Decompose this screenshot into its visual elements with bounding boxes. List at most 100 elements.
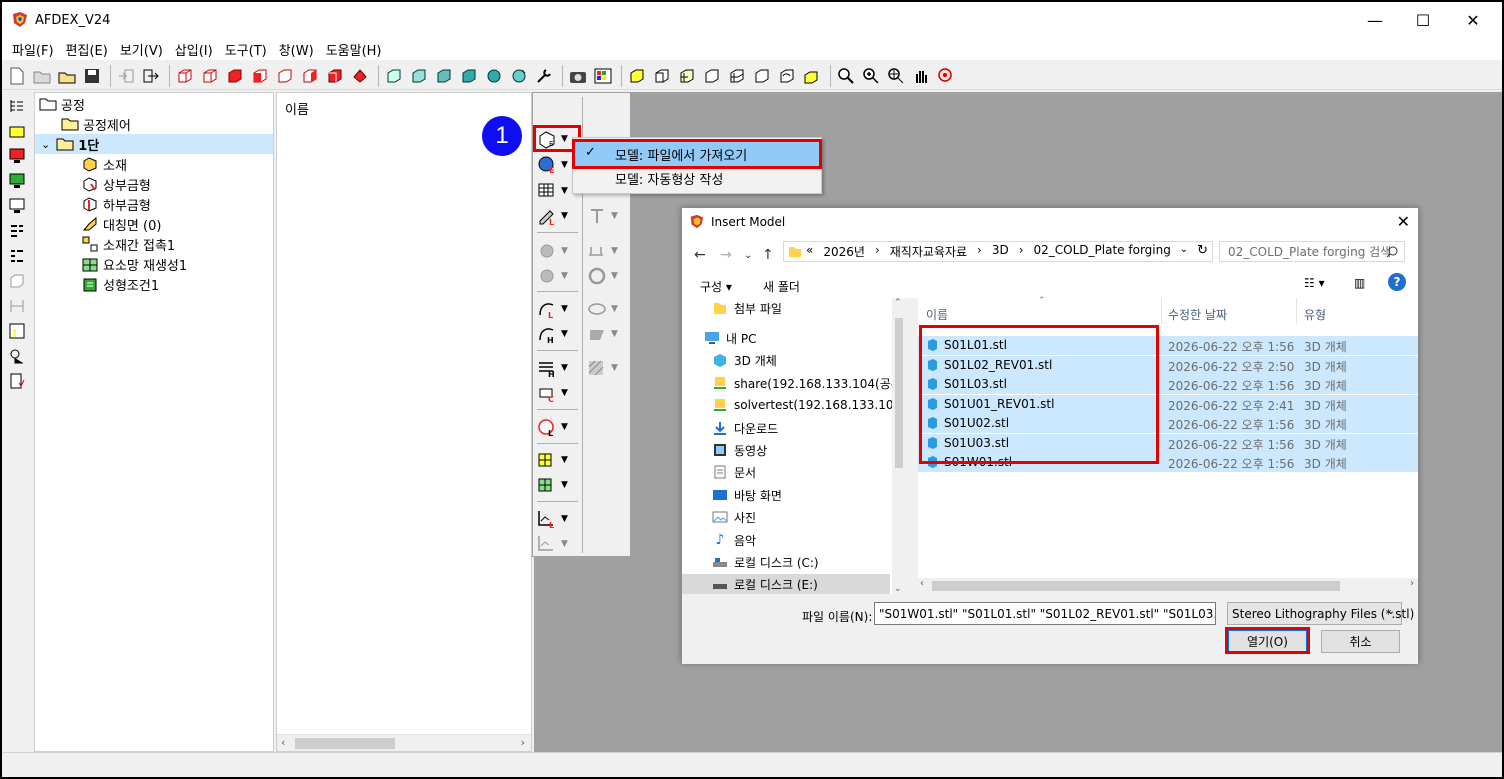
graph-tool-2-button[interactable]: ▼ bbox=[537, 533, 583, 555]
up-arrow-icon[interactable]: ↑ bbox=[762, 247, 774, 263]
new-file-icon[interactable] bbox=[6, 65, 28, 87]
cube-view-6-icon[interactable] bbox=[299, 65, 321, 87]
dropdown-arrow-icon[interactable]: ▼ bbox=[611, 246, 618, 256]
forward-arrow-icon[interactable]: → bbox=[720, 247, 732, 263]
file-hscrollbar[interactable]: ‹ › bbox=[918, 578, 1418, 594]
dropdown-arrow-icon[interactable]: ▼ bbox=[561, 329, 568, 339]
hatch-tool-button[interactable]: ▼ bbox=[587, 357, 633, 379]
wrench-icon[interactable] bbox=[533, 65, 555, 87]
eye-tool-button[interactable]: ▼ bbox=[587, 298, 633, 320]
menu-item-import-from-file[interactable]: ✓ 모델: 파일에서 가져오기 bbox=[572, 139, 822, 169]
cube-view-8-icon[interactable] bbox=[349, 65, 371, 87]
tree-item-forming-condition[interactable]: 성형조건1 bbox=[81, 274, 159, 294]
minimize-button[interactable]: — bbox=[1352, 2, 1398, 38]
nav-item-drive-c[interactable]: 로컬 디스크 (C:) bbox=[712, 552, 819, 572]
menu-file[interactable]: 파일(F) bbox=[6, 40, 60, 59]
dropdown-arrow-icon[interactable]: ▼ bbox=[611, 304, 618, 314]
refresh-icon[interactable]: ↻ bbox=[1197, 243, 1208, 258]
color-palette-icon[interactable] bbox=[592, 65, 614, 87]
nav-item-documents[interactable]: 문서 bbox=[712, 462, 756, 482]
dialog-close-icon[interactable]: ✕ bbox=[1397, 212, 1410, 231]
preview-pane-icon[interactable]: ▥ bbox=[1354, 276, 1365, 290]
nav-item-pictures[interactable]: 사진 bbox=[712, 507, 756, 527]
graph-tool-1-button[interactable]: L ▼ bbox=[537, 508, 583, 530]
screen-icon[interactable] bbox=[6, 195, 28, 217]
scroll-thumb[interactable] bbox=[295, 738, 395, 749]
wire-box-icon[interactable] bbox=[6, 270, 28, 292]
dropdown-arrow-icon[interactable]: ▼ bbox=[561, 186, 568, 196]
cube-view-4-icon[interactable] bbox=[249, 65, 271, 87]
organize-button[interactable]: 구성 ▾ bbox=[700, 278, 732, 295]
ring-tool-button[interactable]: ▼ bbox=[587, 265, 633, 287]
dropdown-arrow-icon[interactable]: ▼ bbox=[561, 271, 568, 281]
press-tool-button[interactable]: C ▼ bbox=[537, 382, 583, 404]
chevron-down-icon[interactable]: ⌄ bbox=[41, 138, 50, 151]
display-icon[interactable] bbox=[6, 170, 28, 192]
curve-tool-1-button[interactable]: L ▼ bbox=[537, 298, 583, 320]
nav-item-solvertest[interactable]: solvertest(192.168.133.104 bbox=[712, 395, 901, 415]
gear-tool-2-button[interactable]: ▼ bbox=[537, 265, 583, 287]
cube-view-1-icon[interactable] bbox=[174, 65, 196, 87]
cube-view-5-icon[interactable] bbox=[274, 65, 296, 87]
dim-tool-button[interactable]: ▼ bbox=[587, 240, 633, 262]
save-icon[interactable] bbox=[81, 65, 103, 87]
rotate-view-icon[interactable] bbox=[483, 65, 505, 87]
menu-window[interactable]: 창(W) bbox=[273, 40, 320, 59]
dropdown-arrow-icon[interactable]: ▼ bbox=[611, 211, 618, 221]
menu-help[interactable]: 도움말(H) bbox=[320, 40, 388, 59]
tree-item-upper-die[interactable]: 상부금형 bbox=[81, 174, 151, 194]
column-type[interactable]: 유형 bbox=[1304, 306, 1326, 323]
pin-tool-button[interactable]: ▼ bbox=[587, 205, 633, 227]
camera-icon[interactable] bbox=[567, 65, 589, 87]
gear-tool-1-button[interactable]: ▼ bbox=[537, 240, 583, 262]
tree-root[interactable]: 공정 bbox=[39, 94, 85, 114]
nav-scrollbar[interactable]: ⌃ ⌄ bbox=[892, 298, 906, 594]
zoom-reset-icon[interactable] bbox=[935, 65, 957, 87]
display-mode-1-icon[interactable] bbox=[383, 65, 405, 87]
dropdown-arrow-icon[interactable]: ▼ bbox=[561, 388, 568, 398]
dropdown-arrow-icon[interactable]: ▼ bbox=[561, 211, 568, 221]
filename-input[interactable]: "S01W01.stl" "S01L01.stl" "S01L02_REV01.… bbox=[874, 602, 1216, 625]
stack-tool-1-button[interactable]: ▼ bbox=[537, 449, 583, 471]
checklist-icon[interactable] bbox=[6, 370, 28, 392]
back-arrow-icon[interactable]: ← bbox=[694, 247, 706, 263]
yellow-cube-3-icon[interactable] bbox=[676, 65, 698, 87]
wire-cube-2-icon[interactable] bbox=[726, 65, 748, 87]
list-tool-1-icon[interactable] bbox=[6, 220, 28, 242]
display-mode-2-icon[interactable] bbox=[408, 65, 430, 87]
open-folder-icon[interactable] bbox=[56, 65, 78, 87]
dropdown-arrow-icon[interactable]: ▼ bbox=[561, 422, 568, 432]
zoom-out-icon[interactable] bbox=[835, 65, 857, 87]
spring-tool-button[interactable]: H ▼ bbox=[537, 357, 583, 379]
nav-item-my-pc[interactable]: 내 PC bbox=[704, 328, 756, 348]
dropdown-arrow-icon[interactable]: ▼ bbox=[561, 455, 568, 465]
scroll-left-icon[interactable]: ‹ bbox=[281, 736, 285, 749]
nav-item-music[interactable]: ♪ 음악 bbox=[712, 530, 757, 550]
menu-item-auto-shape[interactable]: 모델: 자동형상 작성 bbox=[575, 166, 819, 190]
recent-chevron-icon[interactable]: ⌄ bbox=[744, 250, 752, 261]
open-file-icon[interactable] bbox=[31, 65, 53, 87]
menu-edit[interactable]: 편집(E) bbox=[60, 40, 114, 59]
tree-item-symmetry-plane[interactable]: 대칭면 (0) bbox=[81, 214, 161, 234]
nav-item-attachments[interactable]: 첨부 파일 bbox=[712, 298, 782, 318]
tree-item-stage-1[interactable]: ⌄ 1단 bbox=[35, 134, 273, 154]
display-mode-4-icon[interactable] bbox=[458, 65, 480, 87]
tree-item-lower-die[interactable]: 하부금형 bbox=[81, 194, 151, 214]
column-name[interactable]: 이름 bbox=[926, 306, 948, 323]
dropdown-arrow-icon[interactable]: ▼ bbox=[561, 539, 568, 549]
menu-insert[interactable]: 삽입(I) bbox=[169, 40, 219, 59]
column-date[interactable]: 수정한 날짜 bbox=[1168, 306, 1227, 323]
probe-icon[interactable] bbox=[6, 345, 28, 367]
dropdown-arrow-icon[interactable]: ▼ bbox=[611, 271, 618, 281]
dropdown-arrow-icon[interactable]: ▼ bbox=[561, 160, 568, 170]
display-mode-3-icon[interactable] bbox=[433, 65, 455, 87]
monitor-icon[interactable] bbox=[6, 145, 28, 167]
wire-cube-1-icon[interactable] bbox=[701, 65, 723, 87]
dropdown-arrow-icon[interactable]: ▼ bbox=[561, 363, 568, 373]
import-icon[interactable] bbox=[115, 65, 137, 87]
rotate-cube-icon[interactable] bbox=[776, 65, 798, 87]
rotate-view-2-icon[interactable] bbox=[508, 65, 530, 87]
maximize-button[interactable]: ☐ bbox=[1400, 2, 1446, 38]
yellow-stack-icon[interactable] bbox=[801, 65, 823, 87]
nav-item-drive-e[interactable]: 로컬 디스크 (E:) bbox=[682, 574, 890, 594]
